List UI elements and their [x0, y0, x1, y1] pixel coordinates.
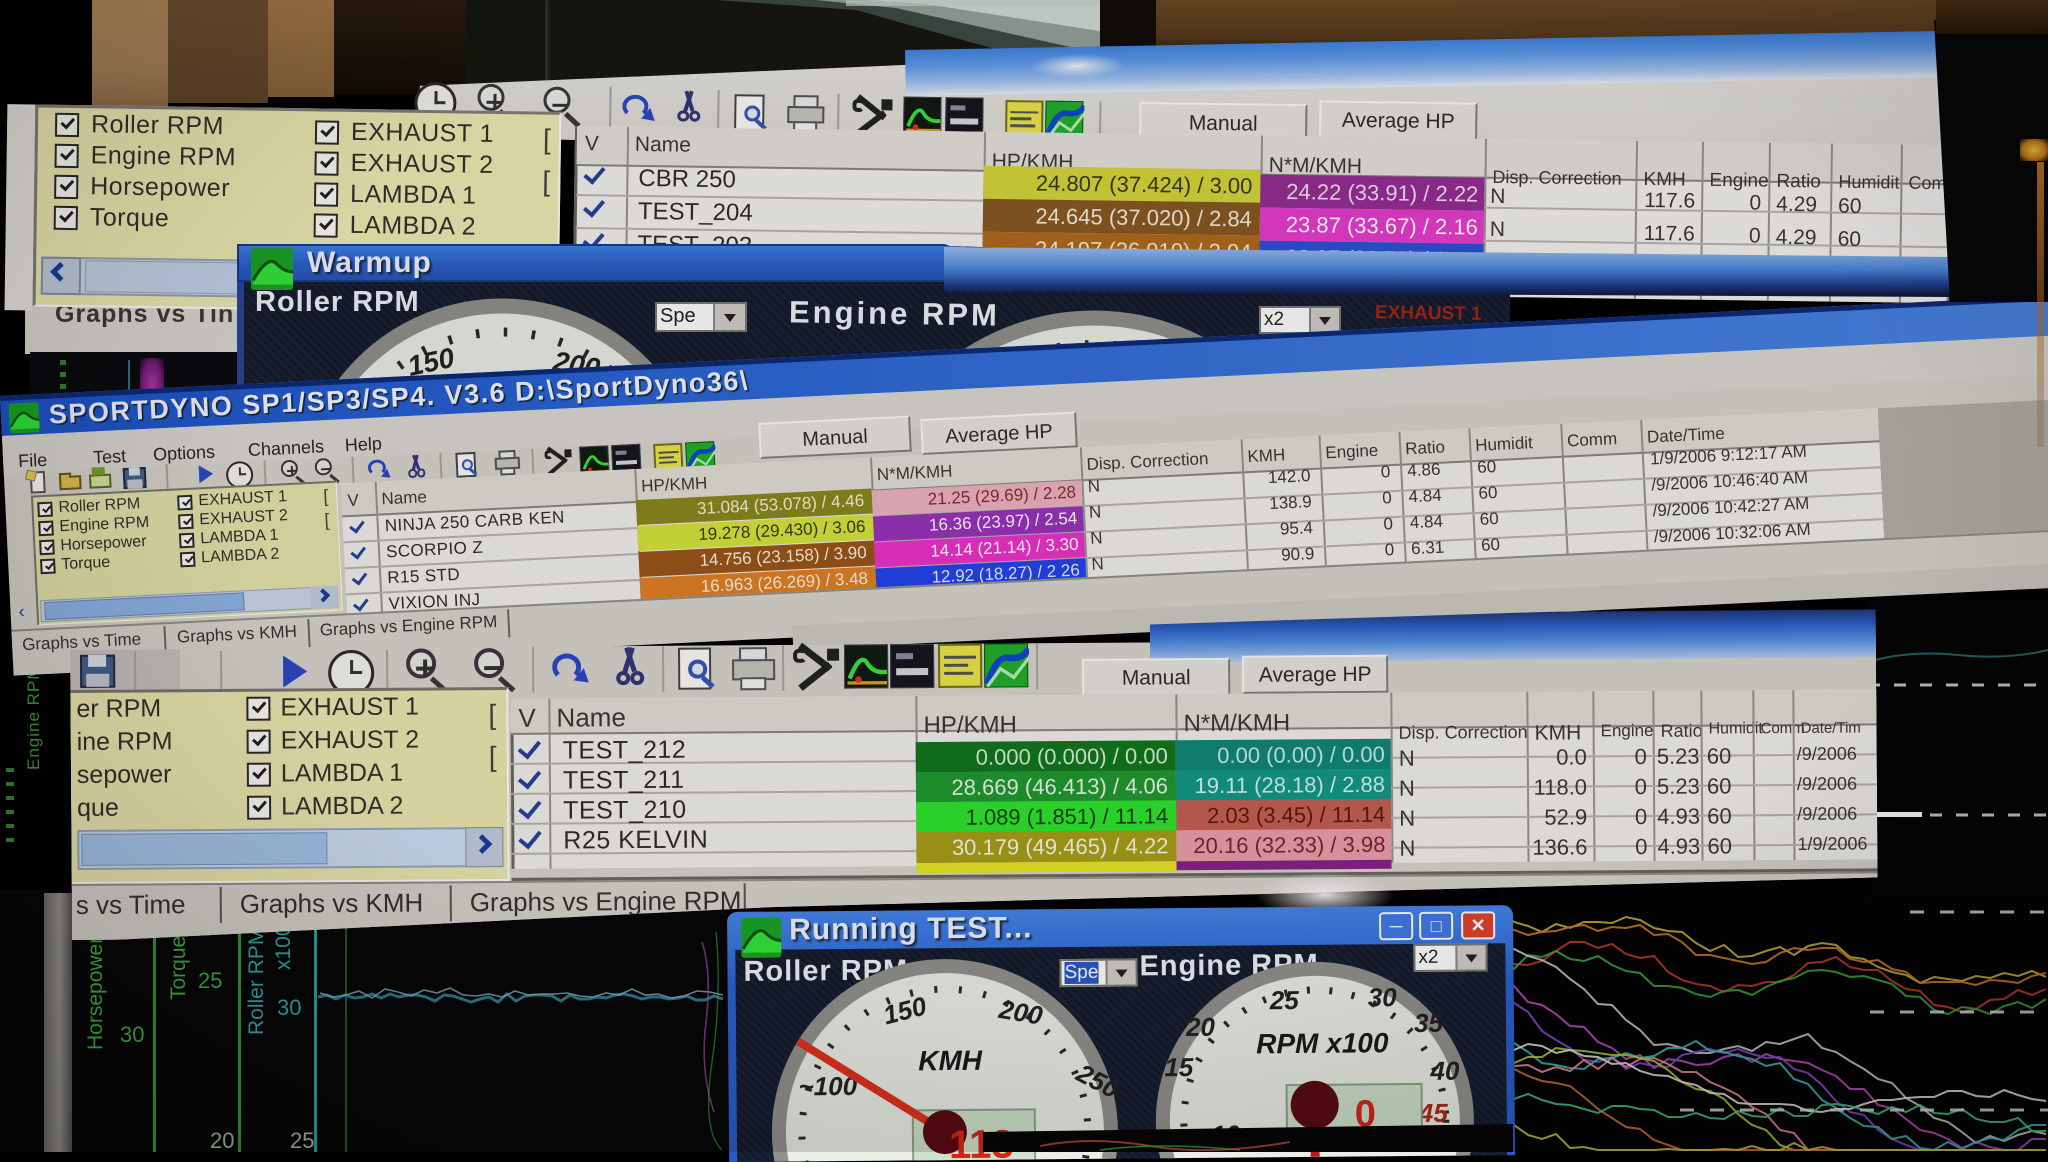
svg-text:35: 35: [1414, 1008, 1444, 1038]
svg-text:30: 30: [1368, 982, 1398, 1012]
svg-text:15: 15: [1164, 1052, 1194, 1082]
svg-text:25: 25: [1269, 985, 1300, 1015]
svg-text:20: 20: [1185, 1012, 1216, 1042]
svg-text:40: 40: [1429, 1056, 1460, 1086]
svg-text:10: 10: [1211, 1120, 1241, 1150]
svg-text:113: 113: [949, 1123, 1014, 1162]
svg-text:KMH: KMH: [918, 1045, 983, 1077]
svg-text:0: 0: [1355, 1093, 1377, 1135]
svg-text:RPM x100: RPM x100: [1256, 1027, 1389, 1059]
